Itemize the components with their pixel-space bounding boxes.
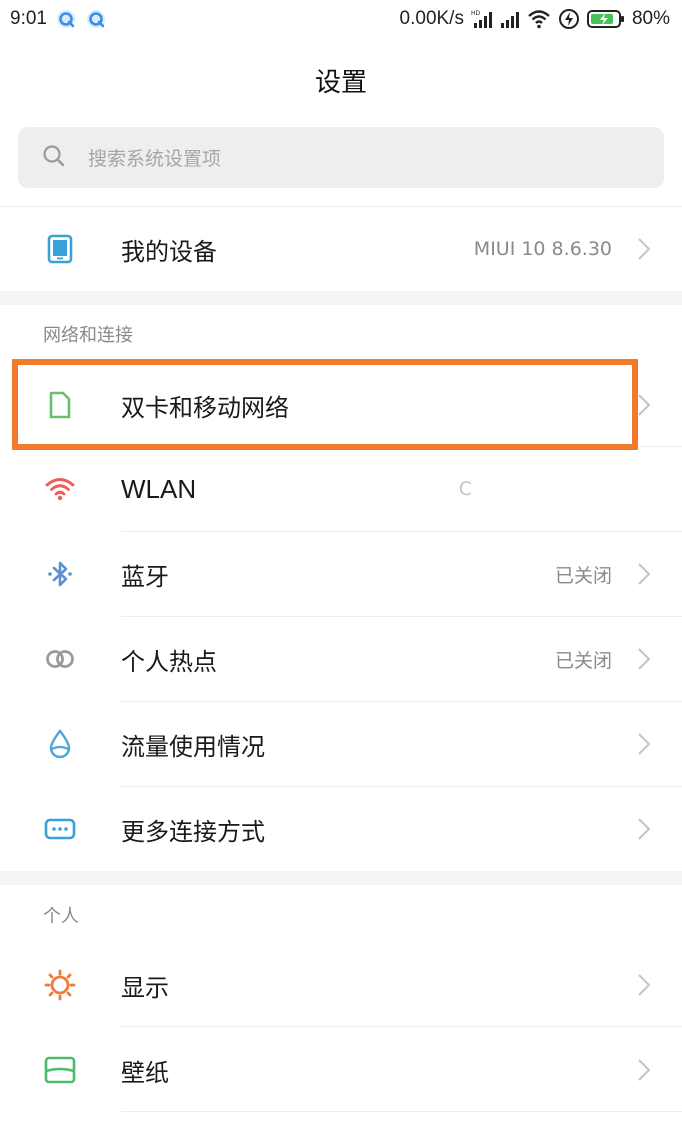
- water-drop-icon: [40, 724, 80, 764]
- signal-hd-icon: HD: [471, 9, 493, 29]
- charging-status-icon: [558, 8, 580, 30]
- chevron-right-icon: [636, 235, 652, 263]
- status-bar-right: 0.00K/s HD 80%: [400, 8, 670, 30]
- hotspot-label: 个人热点: [121, 647, 217, 676]
- battery-percent: 80%: [631, 8, 670, 29]
- section-title-personal: 个人: [43, 906, 79, 927]
- signal-icon: [500, 9, 520, 29]
- wallpaper-label: 壁纸: [121, 1058, 169, 1087]
- battery-icon: [586, 9, 625, 29]
- network-speed: 0.00K/s: [399, 8, 464, 29]
- chevron-right-icon: [636, 391, 652, 419]
- bluetooth-status: 已关闭: [554, 564, 612, 587]
- page-title: 设置: [314, 68, 367, 98]
- data-usage-item[interactable]: 流量使用情况: [0, 702, 682, 786]
- my-device-version: MIUI 10 8.6.30: [473, 238, 612, 260]
- dual-sim-label: 双卡和移动网络: [121, 393, 289, 422]
- section-separator: [0, 871, 682, 885]
- status-time: 9:01: [10, 8, 47, 29]
- more-connections-item[interactable]: 更多连接方式: [0, 787, 682, 871]
- chevron-right-icon: [636, 560, 652, 588]
- status-bar-left: 9:01: [10, 8, 107, 30]
- hotspot-status: 已关闭: [554, 649, 612, 672]
- chevron-right-icon: [636, 730, 652, 758]
- wlan-label: WLAN: [121, 473, 197, 504]
- notification-app-icon: [55, 8, 77, 30]
- notification-app-icon: [85, 8, 107, 30]
- wallpaper-item[interactable]: 壁纸: [0, 1028, 682, 1112]
- hotspot-icon: [40, 639, 80, 679]
- sun-icon: [40, 965, 80, 1005]
- hotspot-item[interactable]: 个人热点 已关闭: [0, 617, 682, 701]
- chevron-right-icon: [636, 971, 652, 999]
- wifi-icon: [40, 469, 80, 509]
- divider: [121, 1111, 682, 1112]
- chevron-right-icon: [636, 645, 652, 673]
- bluetooth-icon: [40, 554, 80, 594]
- section-separator: [0, 291, 682, 305]
- tablet-icon: [40, 229, 80, 269]
- more-connections-label: 更多连接方式: [121, 817, 265, 846]
- search-input[interactable]: 搜索系统设置项: [88, 144, 221, 171]
- chevron-right-icon: [636, 815, 652, 843]
- display-item[interactable]: 显示: [0, 943, 682, 1027]
- more-connections-icon: [40, 809, 80, 849]
- wlan-item[interactable]: WLAN C: [0, 447, 682, 531]
- my-device-item[interactable]: 我的设备 MIUI 10 8.6.30: [0, 207, 682, 291]
- section-title-network: 网络和连接: [43, 325, 133, 346]
- wifi-status-icon: [527, 9, 551, 29]
- data-usage-label: 流量使用情况: [121, 732, 265, 761]
- svg-text:HD: HD: [471, 10, 481, 17]
- my-device-label: 我的设备: [121, 237, 217, 266]
- bluetooth-item[interactable]: 蓝牙 已关闭: [0, 532, 682, 616]
- bluetooth-label: 蓝牙: [121, 562, 169, 591]
- sim-card-icon: [40, 385, 80, 425]
- divider: [121, 1026, 682, 1027]
- dual-sim-item[interactable]: 双卡和移动网络: [0, 363, 682, 447]
- display-label: 显示: [121, 973, 169, 1002]
- search-bar[interactable]: 搜索系统设置项: [18, 127, 664, 188]
- status-bar: 9:01 0.00K/s HD 80%: [0, 0, 682, 38]
- image-artifact: [470, 470, 560, 526]
- search-icon: [42, 144, 66, 172]
- wallpaper-icon: [40, 1050, 80, 1090]
- chevron-right-icon: [636, 1056, 652, 1084]
